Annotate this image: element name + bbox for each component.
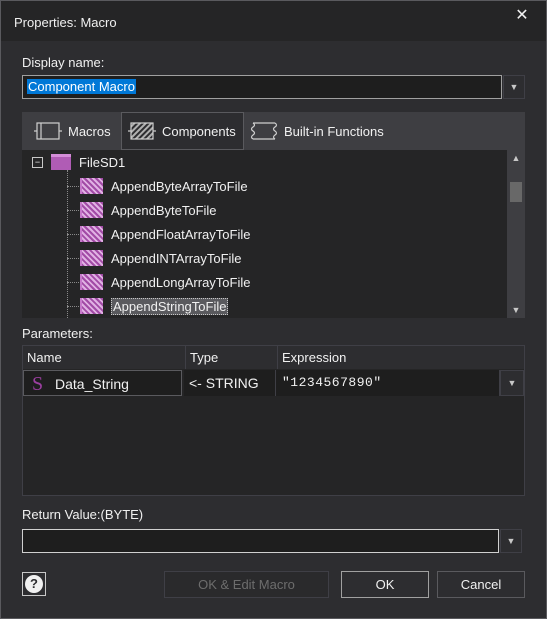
parameters-table: Name Type Expression S Data_String <- ST…: [22, 345, 525, 496]
cancel-button[interactable]: Cancel: [437, 571, 525, 598]
tree-branch-line: [67, 209, 79, 211]
tree-item-label: AppendByteToFile: [111, 202, 217, 218]
ok-and-edit-macro-button[interactable]: OK & Edit Macro: [164, 571, 329, 598]
cell-name[interactable]: S Data_String: [23, 370, 182, 396]
tab-macros-label: Macros: [68, 123, 111, 139]
tree-root-label: FileSD1: [79, 154, 126, 170]
component-macro-icon: [80, 298, 103, 314]
list-item[interactable]: AppendByteToFile: [67, 199, 217, 221]
tab-components[interactable]: Components: [121, 112, 244, 150]
tree-branch-line: [67, 185, 79, 187]
list-item[interactable]: AppendFloatArrayToFile: [67, 223, 250, 245]
expression-dropdown-button[interactable]: ▼: [500, 370, 524, 396]
parameters-label: Parameters:: [22, 326, 93, 341]
tree-branch-line: [67, 257, 79, 259]
component-macro-icon: [80, 202, 103, 218]
parameter-name: Data_String: [55, 376, 129, 392]
display-name-dropdown-button[interactable]: ▼: [503, 75, 525, 99]
chevron-down-icon: ▼: [507, 378, 517, 388]
component-macro-icon: [80, 274, 103, 290]
chevron-down-icon: ▼: [506, 536, 516, 546]
return-value-label: Return Value:(BYTE): [22, 507, 144, 522]
component-macro-icon: [80, 250, 103, 266]
component-bracket-icon: [128, 122, 156, 140]
column-header-type[interactable]: Type: [186, 346, 278, 369]
macro-properties-dialog: Properties: Macro ✕ Display name: Compon…: [0, 0, 547, 619]
tree-branch-line: [67, 233, 79, 235]
component-macro-icon: [80, 178, 103, 194]
scroll-down-icon[interactable]: ▼: [507, 305, 525, 315]
tab-macros[interactable]: Macros: [32, 112, 120, 150]
collapse-icon[interactable]: −: [32, 156, 43, 168]
macro-bracket-icon: [34, 122, 62, 140]
tab-built-in-functions[interactable]: Built-in Functions: [248, 112, 388, 150]
tree-item-label: AppendLongArrayToFile: [111, 274, 251, 290]
return-value-dropdown-button[interactable]: ▼: [500, 529, 522, 553]
builtin-bracket-icon: [250, 122, 278, 140]
cell-expression[interactable]: "1234567890": [276, 370, 500, 396]
folder-icon: [51, 154, 71, 170]
column-header-expression[interactable]: Expression: [278, 346, 524, 369]
scroll-up-icon[interactable]: ▲: [507, 153, 525, 163]
tree-item-label: AppendFloatArrayToFile: [111, 226, 251, 242]
component-macro-icon: [80, 226, 103, 242]
display-name-value: Component Macro: [27, 79, 136, 94]
list-item[interactable]: AppendLongArrayToFile: [67, 271, 250, 293]
list-item-selected[interactable]: AppendStringToFile: [67, 295, 229, 317]
macro-tree: − FileSD1 AppendByteArrayToFile AppendBy…: [22, 150, 525, 318]
help-icon: ?: [25, 575, 43, 593]
ok-button[interactable]: OK: [341, 571, 429, 598]
chevron-down-icon: ▼: [509, 82, 519, 92]
tree-item-label: AppendStringToFile: [111, 297, 229, 315]
tab-built-in-functions-label: Built-in Functions: [284, 123, 384, 139]
string-type-icon: S: [32, 373, 44, 395]
title-bar: Properties: Macro ✕: [1, 1, 546, 41]
tree-branch-line: [67, 281, 79, 283]
display-name-input[interactable]: Component Macro: [22, 75, 502, 99]
display-name-label: Display name:: [22, 55, 105, 70]
dialog-title: Properties: Macro: [14, 15, 117, 30]
list-item[interactable]: AppendINTArrayToFile: [67, 247, 242, 269]
return-value-input[interactable]: [22, 529, 499, 553]
tree-item-label: AppendByteArrayToFile: [111, 178, 248, 194]
help-button[interactable]: ?: [22, 572, 46, 596]
tab-components-label: Components: [162, 123, 236, 139]
list-item[interactable]: AppendByteArrayToFile: [67, 175, 248, 197]
tree-branch-line: [67, 305, 79, 307]
cell-type: <- STRING: [184, 370, 276, 396]
scrollbar-thumb[interactable]: [510, 182, 522, 202]
tree-root-filesd1[interactable]: − FileSD1: [32, 151, 125, 173]
close-icon[interactable]: ✕: [512, 7, 532, 27]
tree-scrollbar[interactable]: ▲ ▼: [507, 150, 525, 318]
tree-item-label: AppendINTArrayToFile: [111, 250, 242, 266]
column-header-name[interactable]: Name: [23, 346, 186, 369]
macro-source-tabs: Macros Components Built-in Functions: [22, 112, 525, 150]
